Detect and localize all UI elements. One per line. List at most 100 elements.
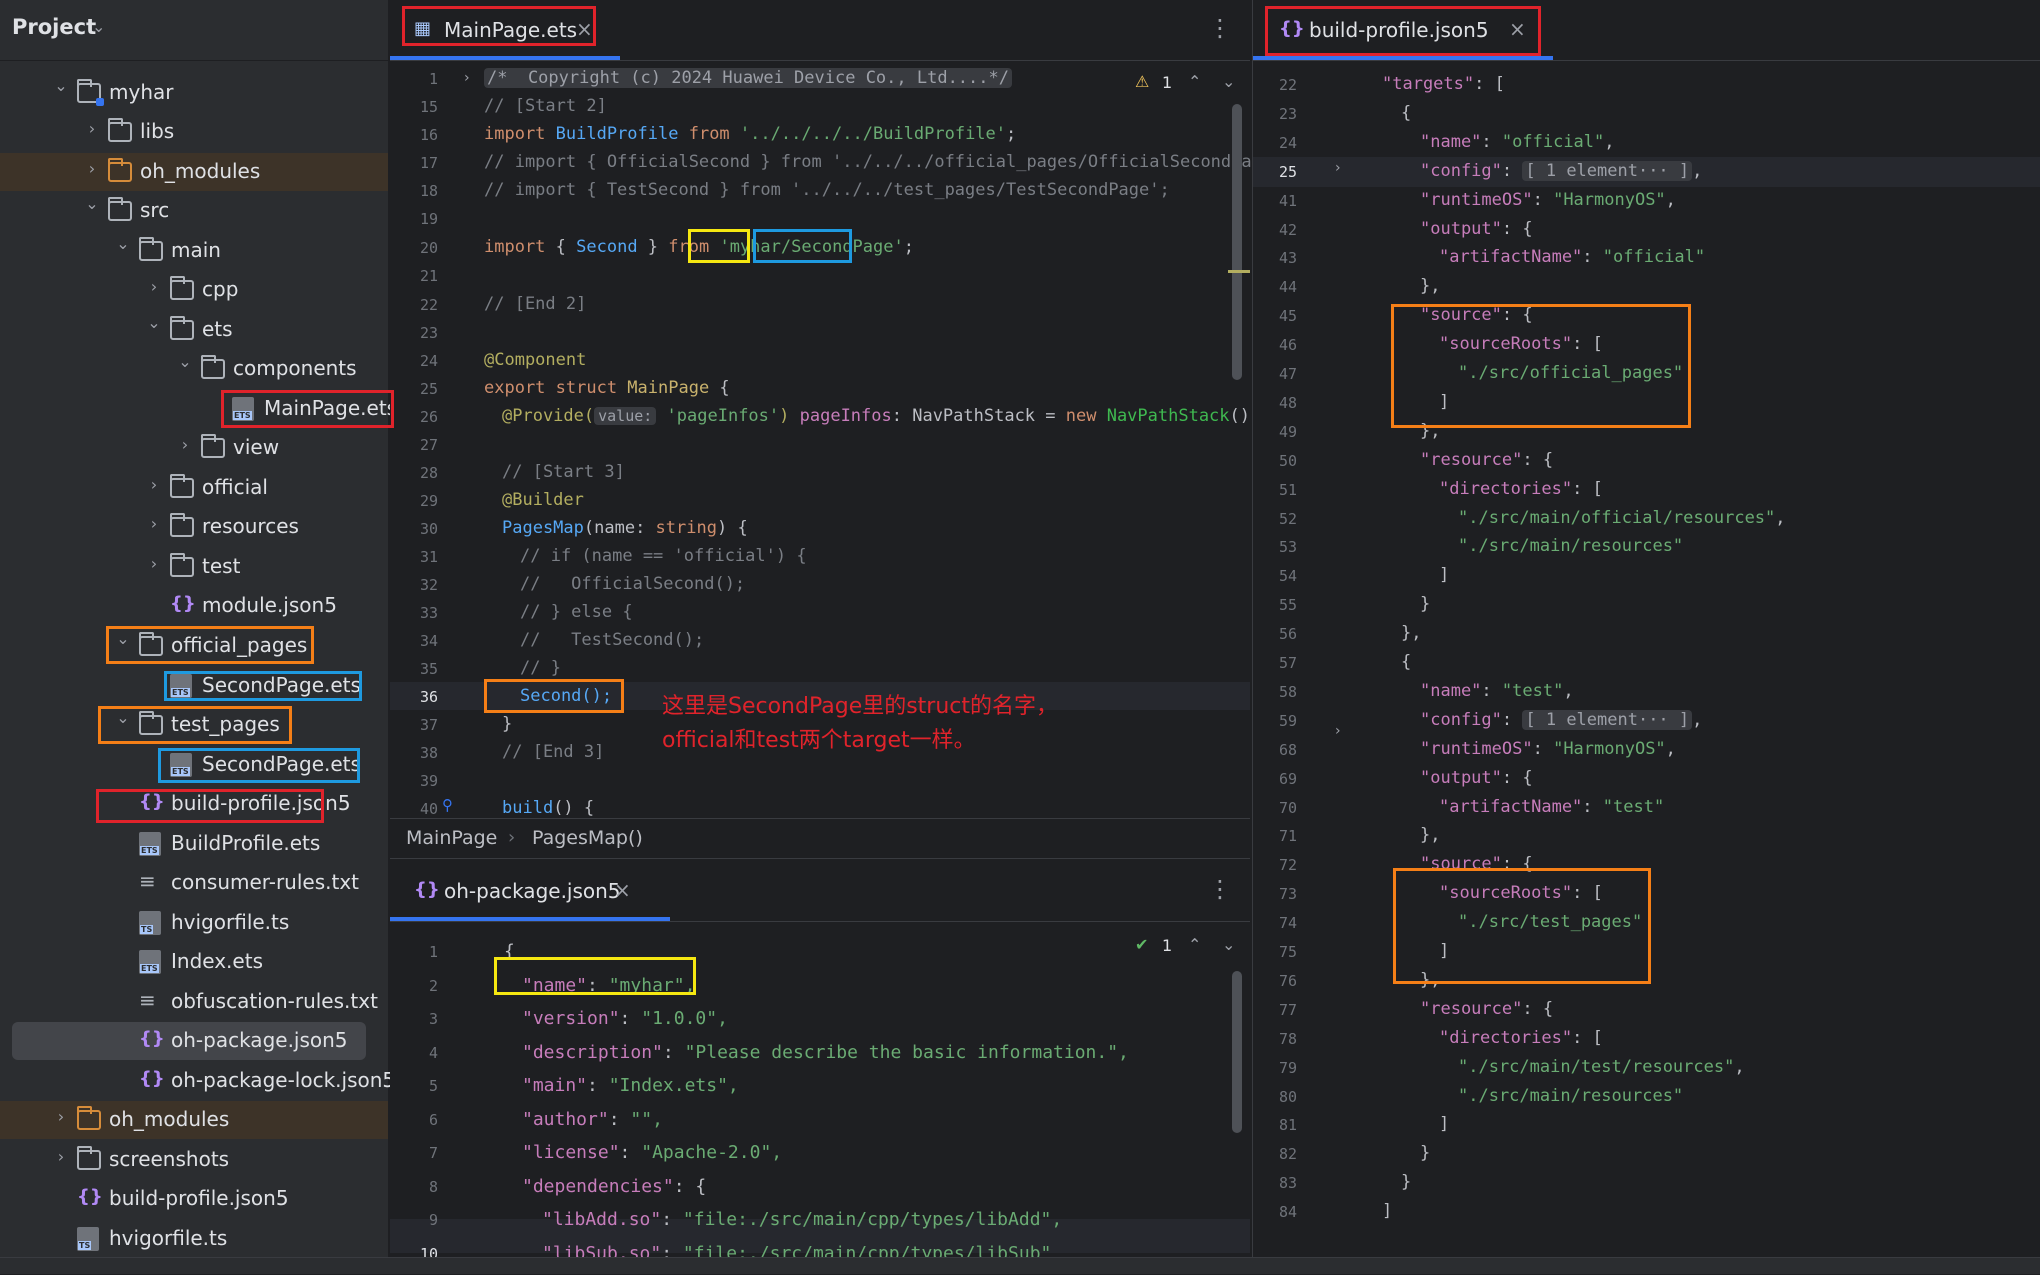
chevron-right-icon[interactable]: › [53,1107,69,1126]
vertical-scrollbar[interactable] [1232,971,1242,1133]
fold-arrow-icon[interactable]: › [1335,160,1341,176]
close-icon[interactable]: × [576,17,593,41]
more-options-icon[interactable]: ⋮ [1208,875,1232,903]
tree-item[interactable]: SecondPage.ets [0,746,388,784]
tree-item[interactable]: SecondPage.ets [0,667,388,705]
line-number: 35 [419,660,438,678]
tree-item-label: official [202,475,268,499]
code-line: "targets": [ [1382,74,1505,94]
close-icon[interactable]: × [1509,17,1526,41]
tree-item[interactable]: ⌄ official_pages [0,627,388,665]
code-line: "directories": [ [1439,478,1603,499]
tree-item[interactable]: MainPage.ets [0,390,397,428]
folder-icon [77,1146,101,1170]
tree-item[interactable]: {} build-profile.json5 [0,1180,388,1218]
chevron-up-icon[interactable]: ⌃ [1188,935,1201,954]
breadcrumb-item-pagesmap[interactable]: PagesMap() [532,827,643,849]
code-line: "sourceRoots": [ [1439,334,1603,355]
close-icon[interactable]: × [614,878,631,902]
tree-item[interactable]: › official [0,469,388,507]
code-line: "./src/official_pages" [1458,363,1684,383]
code-line-37: } [502,714,513,734]
chevron-right-icon[interactable]: › [146,277,162,296]
tree-item[interactable]: › resources [0,508,388,546]
tab-mainpage[interactable]: ▦ MainPage.ets × [404,8,593,50]
code-line: "./src/main/resources" [1458,1085,1684,1106]
chevron-down-icon[interactable]: ⌄ [115,234,131,253]
tree-item[interactable]: ⌄ ets [0,311,388,349]
tree-item[interactable]: › oh_modules [0,153,388,191]
tree-item[interactable]: › cpp [0,271,388,309]
chevron-right-icon[interactable]: › [146,475,162,494]
chevron-right-icon[interactable]: › [177,435,193,454]
tree-item[interactable]: › view [0,429,388,467]
vertical-scrollbar[interactable] [1232,104,1242,380]
chevron-right-icon[interactable]: › [146,554,162,573]
chevron-right-icon[interactable]: › [84,119,100,138]
tab-build-profile[interactable]: {} build-profile.json5 × [1275,8,1529,50]
chevron-down-icon[interactable]: ⌄ [84,194,100,213]
tree-item-label: ets [202,317,233,341]
more-options-icon[interactable]: ⋮ [1208,14,1232,42]
line-number: 50 [1278,451,1297,470]
chevron-right-icon[interactable]: › [53,1147,69,1166]
breadcrumb-item-mainpage[interactable]: MainPage [406,827,497,849]
tree-item[interactable]: › screenshots [0,1141,388,1179]
tree-item[interactable]: › oh_modules [0,1101,388,1139]
tree-item[interactable]: ⌄ src [0,192,388,230]
chevron-up-icon[interactable]: ⌃ [1188,72,1201,91]
warning-count[interactable]: 1 [1162,73,1172,92]
folder-icon [170,316,194,340]
chevron-down-icon[interactable]: ⌄ [1222,935,1235,954]
fold-arrow-icon[interactable]: › [1335,723,1341,739]
tree-item[interactable]: {} build-profile.json5 [0,785,388,823]
tree-item[interactable]: ⌄ myhar [0,74,388,112]
tab-oh-package[interactable]: {} oh-package.json5 × [410,869,631,911]
tree-item[interactable]: ≡ consumer-rules.txt [0,864,388,902]
tree-item[interactable]: {} module.json5 [0,587,388,625]
code-line: ] [1439,565,1450,586]
tab-oh-package-label: oh-package.json5 [444,879,621,903]
warning-stripe-marker[interactable] [1228,270,1250,273]
line-number: 57 [1278,654,1297,672]
line-number: 7 [428,1144,438,1162]
check-count[interactable]: 1 [1162,936,1172,955]
tree-item[interactable]: ⌄ test_pages [0,706,388,744]
annotation-line-2: official和test两个target一样。 [662,728,976,753]
project-title[interactable]: Project [12,15,96,39]
fold-arrow-icon[interactable]: › [464,70,470,86]
tree-item[interactable]: {} oh-package.json5 [12,1022,366,1060]
chevron-down-icon[interactable]: ⌄ [92,17,105,36]
code-line: }, [1401,623,1422,644]
tree-item[interactable]: ⌄ main [0,232,388,270]
chevron-down-icon[interactable]: ⌄ [115,629,131,648]
chevron-down-icon[interactable]: ⌄ [115,708,131,727]
warning-icon[interactable]: ⚠ [1135,72,1149,91]
folder-icon [139,237,163,261]
project-header[interactable]: Project ⌄ [0,0,388,61]
tree-item[interactable]: BuildProfile.ets [0,825,388,863]
line-number: 54 [1278,567,1297,586]
tree-item[interactable]: ≡ obfuscation-rules.txt [0,983,388,1021]
tree-item[interactable]: hvigorfile.ts [0,1220,388,1258]
tree-item[interactable]: ⌄ components [0,350,388,388]
chevron-down-icon[interactable]: ⌄ [1222,72,1235,91]
chevron-right-icon[interactable]: › [146,514,162,533]
chevron-down-icon[interactable]: ⌄ [53,76,69,95]
run-gutter-icon[interactable]: ⚲ [442,796,453,814]
line-number: 30 [419,520,438,538]
code-line-32: // OfficialSecond(); [520,574,746,594]
tree-item[interactable]: › test [0,548,388,586]
line-number: 22 [1278,76,1297,94]
folder-icon [77,1106,101,1130]
chevron-down-icon[interactable]: ⌄ [146,313,162,332]
line-number: 27 [419,436,438,454]
checkmark-icon[interactable]: ✔ [1135,935,1148,954]
tree-item[interactable]: Index.ets [0,943,388,981]
tree-item[interactable]: {} oh-package-lock.json5 [0,1062,395,1100]
chevron-right-icon[interactable]: › [84,159,100,178]
tree-item[interactable]: hvigorfile.ts [0,904,388,942]
line-number: 9 [428,1211,438,1229]
tree-item[interactable]: › libs [0,113,388,151]
chevron-down-icon[interactable]: ⌄ [177,352,193,371]
